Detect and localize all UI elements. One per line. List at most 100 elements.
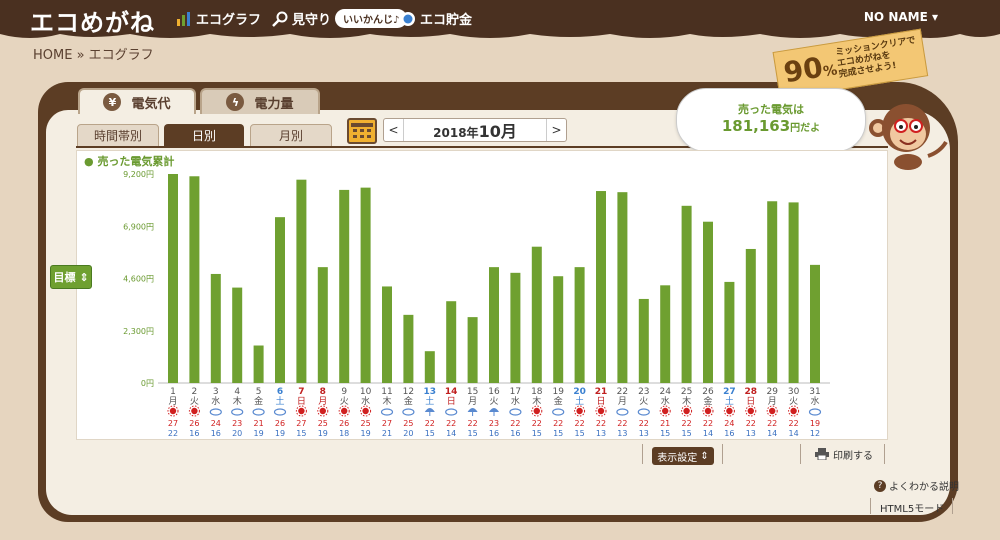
temp-low: 13 [746, 429, 756, 438]
cloud-icon [445, 408, 458, 416]
temp-low: 15 [532, 429, 542, 438]
day-label: 9 [341, 387, 347, 397]
temp-low: 14 [703, 429, 713, 438]
bar [724, 281, 735, 383]
day-label: 16 [488, 387, 500, 397]
bar [574, 267, 585, 383]
target-button-label: 目標 [53, 271, 76, 284]
toggle-arrows-icon: ⇕ [79, 270, 89, 284]
day-label: 27 [723, 387, 736, 397]
weekday-label: 金 [703, 395, 712, 407]
y-tick-label: 4,600円 [123, 275, 154, 284]
day-label: 7 [298, 387, 304, 397]
bar [681, 205, 692, 383]
cloud-icon [509, 408, 522, 416]
weekday-label: 月 [618, 396, 627, 407]
bar [189, 176, 200, 383]
weekday-label: 土 [725, 395, 734, 407]
cloud-icon [252, 408, 265, 416]
target-toggle-button[interactable]: 目標 ⇕ [50, 265, 92, 289]
cloud-icon [380, 408, 394, 416]
sun-icon [683, 407, 690, 415]
bar [339, 189, 350, 383]
cloud-icon [637, 408, 650, 416]
bar [467, 317, 478, 383]
day-label: 22 [617, 387, 628, 397]
question-icon: ? [874, 479, 886, 492]
temp-low: 21 [382, 429, 392, 438]
temp-low: 16 [489, 429, 499, 438]
bar [210, 273, 221, 383]
temp-low: 20 [403, 429, 413, 438]
temp-low: 16 [211, 429, 221, 438]
bar [703, 221, 713, 383]
print-button[interactable]: 印刷する [812, 445, 876, 463]
weekday-label: 火 [639, 396, 648, 407]
weekday-label: 土 [425, 395, 434, 407]
weekday-label: 火 [340, 396, 349, 407]
bar [360, 187, 371, 383]
temp-low: 13 [617, 429, 627, 438]
cloud-icon [402, 408, 415, 416]
weekday-label: 木 [682, 395, 691, 407]
temp-high: 23 [489, 419, 499, 428]
separator [870, 498, 871, 514]
bar [232, 287, 243, 383]
sun-icon [319, 407, 326, 415]
weekday-label: 日 [596, 396, 605, 407]
temp-low: 16 [510, 429, 520, 438]
sun-icon [576, 407, 583, 415]
cloud-icon [808, 408, 822, 416]
display-settings-label: 表示設定 [657, 452, 698, 464]
sun-icon [533, 407, 540, 415]
separator [952, 498, 953, 514]
temp-high: 22 [446, 419, 456, 428]
y-tick-label: 9,200円 [123, 170, 154, 179]
day-label: 5 [256, 387, 262, 397]
display-settings-button[interactable]: 表示設定 ⇕ [652, 447, 714, 465]
help-label: よくわかる説明 [889, 482, 959, 493]
bar [296, 179, 307, 383]
cloud-icon [552, 408, 565, 416]
temp-low: 19 [318, 429, 328, 438]
bar [446, 301, 457, 383]
sun-icon [597, 407, 605, 415]
temp-low: 12 [810, 429, 820, 438]
weekday-label: 日 [297, 396, 306, 407]
temp-high: 24 [211, 419, 221, 428]
html5-mode-link[interactable]: HTML5モード [880, 500, 944, 515]
temp-high: 26 [275, 419, 285, 428]
bar [660, 285, 671, 383]
temp-high: 21 [254, 419, 264, 428]
day-label: 29 [766, 387, 778, 397]
temp-high: 26 [339, 419, 349, 428]
day-label: 20 [573, 387, 586, 397]
weekday-label: 土 [575, 395, 584, 407]
weekday-label: 金 [254, 395, 263, 407]
sun-icon [169, 407, 177, 415]
day-label: 26 [702, 387, 714, 397]
temp-high: 22 [532, 419, 542, 428]
weekday-label: 水 [211, 395, 220, 407]
print-label: 印刷する [833, 450, 873, 462]
day-label: 15 [467, 387, 478, 397]
temp-low: 18 [339, 429, 349, 438]
temp-high: 22 [789, 419, 799, 428]
sun-icon [790, 407, 797, 415]
day-label: 25 [681, 387, 692, 397]
bar [596, 191, 606, 383]
bar [810, 264, 820, 383]
day-label: 12 [403, 387, 414, 397]
temp-low: 14 [789, 429, 799, 438]
help-link[interactable]: ? よくわかる説明 [874, 478, 959, 493]
weekday-label: 木 [532, 395, 541, 407]
weekday-label: 火 [190, 396, 199, 407]
weekday-label: 水 [511, 395, 520, 407]
cloud-icon [209, 408, 222, 416]
temp-high: 25 [318, 419, 328, 428]
day-label: 19 [552, 387, 564, 397]
day-label: 14 [445, 387, 458, 397]
temp-low: 16 [724, 429, 734, 438]
bar [253, 345, 264, 383]
temp-high: 25 [361, 419, 371, 428]
